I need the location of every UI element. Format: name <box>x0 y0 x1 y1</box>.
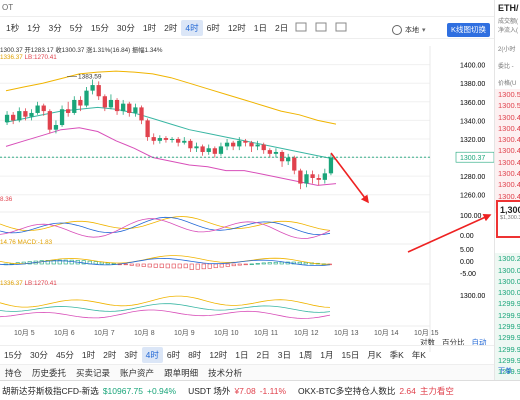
red-arrows <box>330 152 492 253</box>
pointer-arrow-icon <box>407 213 492 253</box>
down-arrow-icon <box>330 152 369 204</box>
